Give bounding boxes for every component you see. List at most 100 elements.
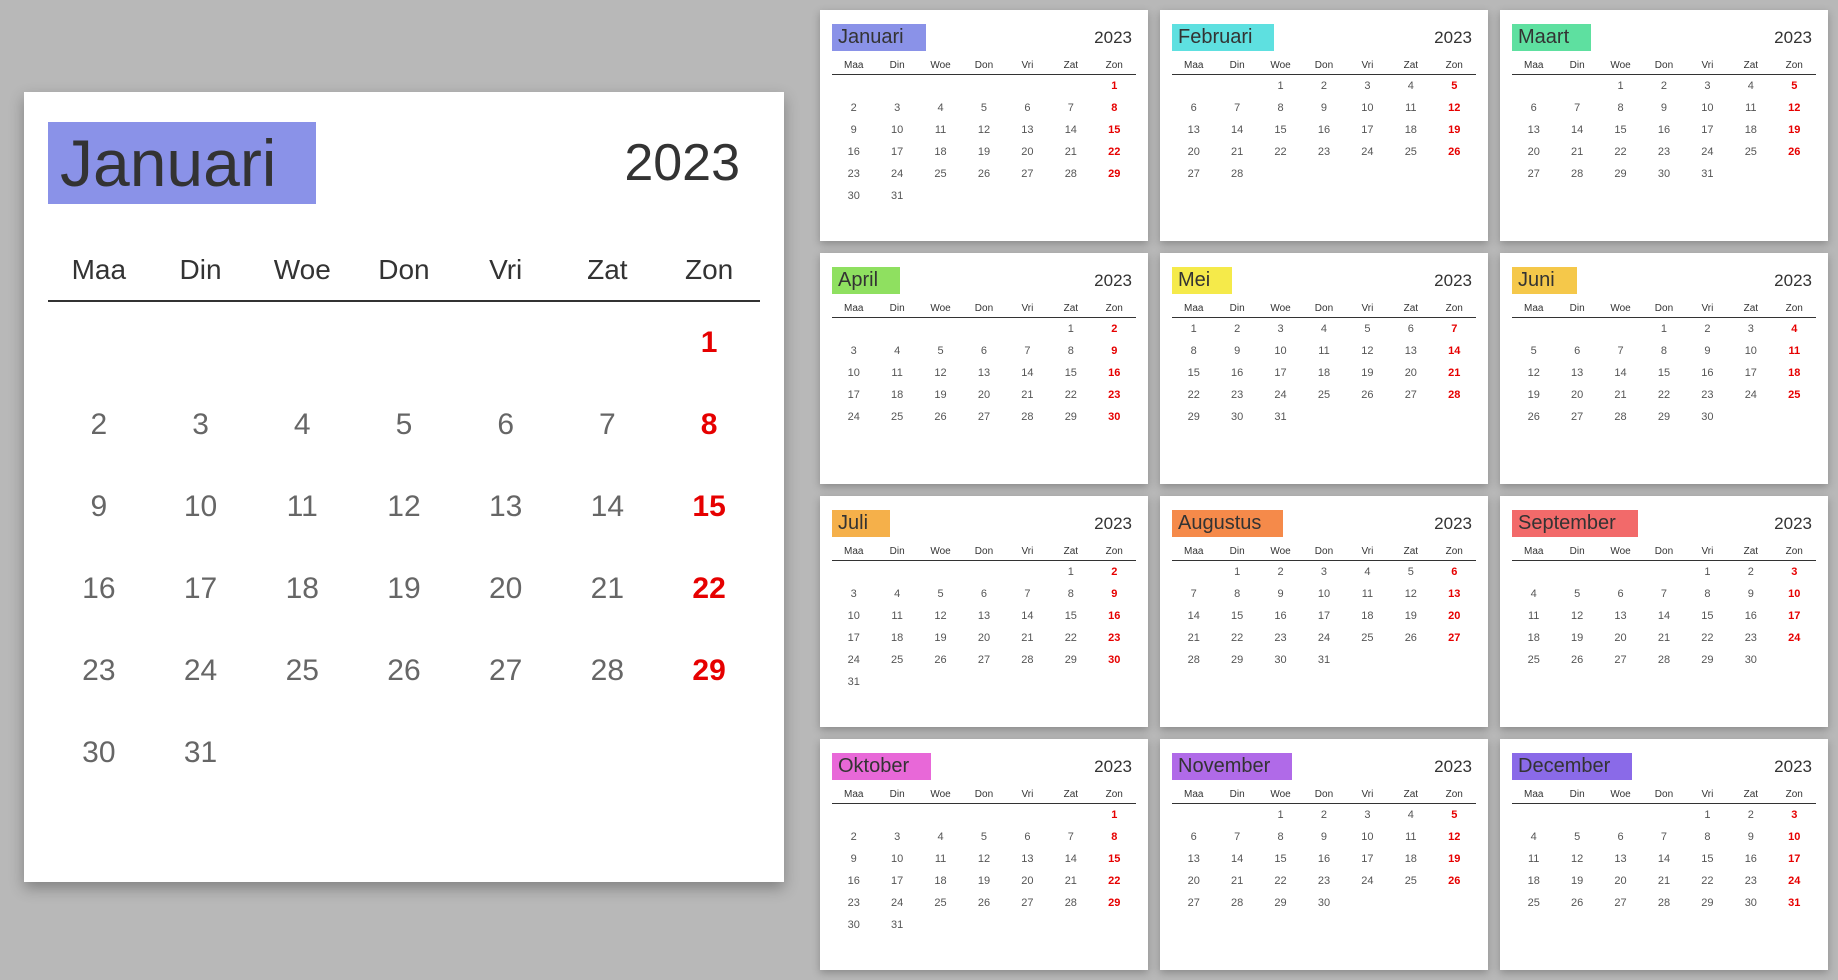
calendar-day-cell: 25	[919, 163, 962, 185]
weekday-header: Maa	[832, 543, 875, 561]
mini-calendar-body: 1234567891011121314151617181920212223242…	[1172, 318, 1476, 429]
calendar-day-cell: 21	[1433, 362, 1476, 384]
calendar-day-cell: 1	[1172, 318, 1215, 341]
mini-calendar-card: April2023MaaDinWoeDonVriZatZon1234567891…	[820, 253, 1148, 484]
mini-calendar-body: 1234567891011121314151617181920212223242…	[832, 318, 1136, 429]
mini-calendar-grid: MaaDinWoeDonVriZatZon1234567891011121314…	[832, 786, 1136, 936]
calendar-day-cell: 20	[1006, 141, 1049, 163]
calendar-day-cell: 30	[1093, 649, 1136, 671]
calendar-day-cell: 11	[875, 605, 918, 627]
calendar-day-cell	[658, 712, 760, 794]
calendar-day-cell: 23	[1302, 870, 1345, 892]
calendar-day-cell: 6	[1006, 826, 1049, 848]
calendar-day-cell: 13	[1006, 848, 1049, 870]
calendar-day-cell: 21	[1642, 627, 1685, 649]
calendar-day-cell: 10	[832, 362, 875, 384]
calendar-day-cell: 19	[1512, 384, 1555, 406]
weekday-header: Zat	[1389, 786, 1432, 804]
calendar-day-cell: 4	[1773, 318, 1816, 341]
mini-calendar-header: September2023	[1512, 510, 1816, 537]
weekday-header: Vri	[1686, 57, 1729, 75]
calendar-day-cell: 29	[1686, 649, 1729, 671]
calendar-day-cell: 21	[1642, 870, 1685, 892]
mini-calendar-header: Mei2023	[1172, 267, 1476, 294]
calendar-day-cell: 6	[1555, 340, 1598, 362]
calendar-day-cell	[1093, 914, 1136, 936]
calendar-day-cell: 16	[1729, 848, 1772, 870]
mini-weekday-row: MaaDinWoeDonVriZatZon	[1512, 543, 1816, 561]
weekday-header: Din	[875, 786, 918, 804]
calendar-day-cell: 4	[875, 583, 918, 605]
calendar-day-cell: 13	[962, 605, 1005, 627]
calendar-week-row: 1234	[1512, 318, 1816, 341]
calendar-week-row: 19202122232425	[1512, 384, 1816, 406]
calendar-day-cell: 10	[1773, 826, 1816, 848]
calendar-day-cell: 18	[1302, 362, 1345, 384]
calendar-week-row: 16171819202122	[832, 141, 1136, 163]
calendar-day-cell	[1433, 892, 1476, 914]
calendar-day-cell: 20	[1555, 384, 1598, 406]
weekday-header: Maa	[832, 300, 875, 318]
calendar-day-cell: 24	[1773, 870, 1816, 892]
calendar-day-cell: 13	[455, 466, 557, 548]
calendar-day-cell: 2	[1686, 318, 1729, 341]
calendar-day-cell: 27	[1172, 163, 1215, 185]
calendar-day-cell	[1215, 75, 1258, 98]
calendar-day-cell: 19	[1433, 848, 1476, 870]
calendar-day-cell: 24	[1686, 141, 1729, 163]
weekday-header: Don	[962, 300, 1005, 318]
calendar-day-cell: 2	[1259, 561, 1302, 584]
calendar-day-cell: 9	[1642, 97, 1685, 119]
mini-calendar-header: November2023	[1172, 753, 1476, 780]
weekday-header: Vri	[1006, 786, 1049, 804]
calendar-day-cell: 19	[919, 384, 962, 406]
calendar-day-cell	[1512, 318, 1555, 341]
mini-calendar-body: 1234567891011121314151617181920212223242…	[832, 561, 1136, 694]
calendar-week-row: 6789101112	[1172, 826, 1476, 848]
calendar-day-cell: 28	[1006, 649, 1049, 671]
calendar-day-cell: 20	[1599, 627, 1642, 649]
calendar-day-cell: 20	[1512, 141, 1555, 163]
calendar-day-cell: 1	[1049, 561, 1092, 584]
calendar-day-cell: 12	[919, 362, 962, 384]
calendar-day-cell: 2	[832, 826, 875, 848]
weekday-header: Woe	[919, 300, 962, 318]
calendar-day-cell: 26	[1346, 384, 1389, 406]
calendar-day-cell: 21	[1215, 870, 1258, 892]
mini-calendar-card: December2023MaaDinWoeDonVriZatZon1234567…	[1500, 739, 1828, 970]
mini-calendar-header: April2023	[832, 267, 1136, 294]
calendar-day-cell	[1302, 163, 1345, 185]
calendar-day-cell: 9	[1302, 97, 1345, 119]
mini-year-label: 2023	[1434, 514, 1476, 534]
calendar-day-cell: 16	[1302, 119, 1345, 141]
calendar-day-cell	[1642, 804, 1685, 827]
calendar-week-row: 23242526272829	[48, 630, 760, 712]
calendar-day-cell: 8	[1049, 340, 1092, 362]
calendar-week-row: 25262728293031	[1512, 892, 1816, 914]
calendar-day-cell: 20	[455, 548, 557, 630]
calendar-day-cell: 7	[1555, 97, 1598, 119]
calendar-day-cell	[1006, 671, 1049, 693]
calendar-day-cell	[875, 804, 918, 827]
calendar-day-cell: 28	[557, 630, 659, 712]
calendar-day-cell: 24	[1729, 384, 1772, 406]
calendar-day-cell: 28	[1215, 163, 1258, 185]
calendar-day-cell: 24	[875, 163, 918, 185]
calendar-day-cell: 27	[1172, 892, 1215, 914]
calendar-day-cell: 13	[1599, 848, 1642, 870]
calendar-day-cell	[1433, 649, 1476, 671]
mini-calendar-header: Oktober2023	[832, 753, 1136, 780]
calendar-day-cell: 15	[1093, 848, 1136, 870]
mini-calendar-card: Augustus2023MaaDinWoeDonVriZatZon1234567…	[1160, 496, 1488, 727]
calendar-day-cell: 4	[1729, 75, 1772, 98]
calendar-day-cell: 6	[455, 384, 557, 466]
calendar-day-cell: 2	[1215, 318, 1258, 341]
calendar-day-cell: 8	[1642, 340, 1685, 362]
calendar-day-cell: 1	[1686, 804, 1729, 827]
mini-month-label: Juli	[832, 510, 890, 537]
calendar-day-cell: 4	[919, 826, 962, 848]
weekday-header: Din	[150, 240, 252, 301]
calendar-week-row: 22232425262728	[1172, 384, 1476, 406]
calendar-day-cell: 8	[1259, 97, 1302, 119]
calendar-day-cell: 16	[832, 141, 875, 163]
